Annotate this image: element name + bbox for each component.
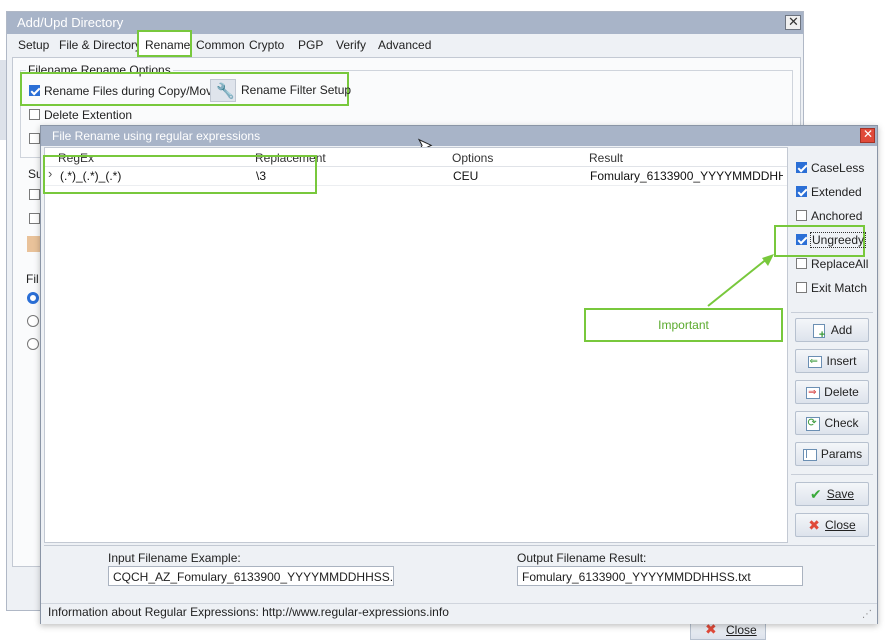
option-exitmatch-label: Exit Match xyxy=(811,281,868,295)
bg-radio-2[interactable] xyxy=(27,315,39,327)
delete-extension-checkbox[interactable] xyxy=(29,109,40,120)
tab-common[interactable]: Common xyxy=(196,38,245,52)
regex-row-highlight xyxy=(43,155,317,194)
insert-icon: ⇐ xyxy=(807,354,823,368)
bg-window-titlebar xyxy=(7,12,803,34)
delete-label: Delete xyxy=(824,385,859,399)
tab-crypto[interactable]: Crypto xyxy=(249,38,284,52)
option-anchored-label: Anchored xyxy=(811,209,863,223)
rename-files-checkbox[interactable] xyxy=(29,85,40,96)
rename-filter-setup-label: Rename Filter Setup xyxy=(241,83,352,97)
save-label: Save xyxy=(826,487,855,501)
bg-radio-1[interactable] xyxy=(27,292,39,304)
output-filename-label: Output Filename Result: xyxy=(517,551,647,565)
tab-rename[interactable]: Rename xyxy=(137,30,192,57)
option-ungreedy-checkbox[interactable] xyxy=(796,234,807,245)
bg-small-tool-icon[interactable] xyxy=(27,236,41,252)
close-x-icon: ✖ xyxy=(808,516,821,533)
option-replaceall-checkbox[interactable] xyxy=(796,258,807,269)
option-ungreedy-label: Ungreedy xyxy=(810,232,867,248)
bg-window-title: Add/Upd Directory xyxy=(17,15,124,30)
rename-filter-setup-button[interactable]: 🔧 xyxy=(210,79,236,102)
regex-grid[interactable] xyxy=(44,147,788,543)
dialog-close-button[interactable]: ✕ xyxy=(860,127,875,143)
tab-setup[interactable]: Setup xyxy=(18,38,49,52)
option-extended-checkbox[interactable] xyxy=(796,186,807,197)
row-options[interactable]: CEU xyxy=(453,169,478,183)
close-icon: ✕ xyxy=(863,127,874,141)
bg-checkbox-4[interactable] xyxy=(29,189,40,200)
tab-rename-label: Rename xyxy=(145,38,191,52)
important-callout: Important xyxy=(584,308,783,342)
check-button[interactable]: ⟳ Check xyxy=(795,411,869,435)
bg-radio-3[interactable] xyxy=(27,338,39,350)
option-extended-label: Extended xyxy=(811,185,862,199)
check-icon: ⟳ xyxy=(805,416,821,431)
option-caseless-label: CaseLess xyxy=(811,161,865,175)
buttons-divider xyxy=(791,474,873,475)
tab-verify[interactable]: Verify xyxy=(336,38,366,52)
tab-pgp[interactable]: PGP xyxy=(298,38,323,52)
check-label: Check xyxy=(824,416,859,430)
add-icon: + xyxy=(812,323,826,341)
save-button[interactable]: ✔ Save xyxy=(795,482,869,506)
delete-icon: ⇒ xyxy=(805,385,821,399)
annotation-arrow xyxy=(707,254,774,307)
close-icon: ✕ xyxy=(788,14,799,29)
params-button[interactable]: Params xyxy=(795,442,869,466)
options-divider xyxy=(791,312,873,313)
bg-checkbox-5[interactable] xyxy=(29,213,40,224)
checkmark-icon: ✔ xyxy=(809,485,822,502)
file-group-title: Fil xyxy=(26,272,39,286)
add-button[interactable]: + Add xyxy=(795,318,869,342)
resize-grip-icon[interactable]: ⋰ xyxy=(862,609,872,620)
insert-button[interactable]: ⇐ Insert xyxy=(795,349,869,373)
delete-button[interactable]: ⇒ Delete xyxy=(795,380,869,404)
delete-extension-label: Delete Extention xyxy=(44,108,133,122)
col-options[interactable]: Options xyxy=(452,151,493,165)
col-result[interactable]: Result xyxy=(589,151,623,165)
insert-label: Insert xyxy=(826,354,857,368)
close-label: Close xyxy=(825,518,856,532)
params-label: Params xyxy=(820,447,863,461)
option-caseless-checkbox[interactable] xyxy=(796,162,807,173)
left-side-panel xyxy=(0,60,6,140)
tab-advanced[interactable]: Advanced xyxy=(378,38,431,52)
bg-window-close-button[interactable]: ✕ xyxy=(785,14,801,30)
option-exitmatch-checkbox[interactable] xyxy=(796,282,807,293)
status-text[interactable]: Information about Regular Expressions: h… xyxy=(48,605,449,619)
close-button[interactable]: ✖ Close xyxy=(795,513,869,537)
rename-files-label: Rename Files during Copy/Move xyxy=(44,84,219,98)
input-filename-label: Input Filename Example: xyxy=(108,551,241,565)
input-filename-field[interactable]: CQCH_AZ_Fomulary_6133900_YYYYMMDDHHSS.tx… xyxy=(108,566,394,586)
add-label: Add xyxy=(830,323,853,337)
row-result[interactable]: Fomulary_6133900_YYYYMMDDHHSS.txt xyxy=(590,169,783,183)
dialog-title: File Rename using regular expressions xyxy=(52,129,261,143)
output-filename-field[interactable]: Fomulary_6133900_YYYYMMDDHHSS.txt xyxy=(517,566,803,586)
option-replaceall-label: ReplaceAll xyxy=(811,257,869,271)
params-icon xyxy=(802,447,817,461)
bg-close-label: Close xyxy=(726,623,757,637)
option-anchored-checkbox[interactable] xyxy=(796,210,807,221)
important-callout-label: Important xyxy=(658,318,709,332)
bg-checkbox-3[interactable] xyxy=(29,133,40,144)
wrench-icon: 🔧 xyxy=(216,83,235,100)
tab-file-directory[interactable]: File & Directory xyxy=(59,38,141,52)
